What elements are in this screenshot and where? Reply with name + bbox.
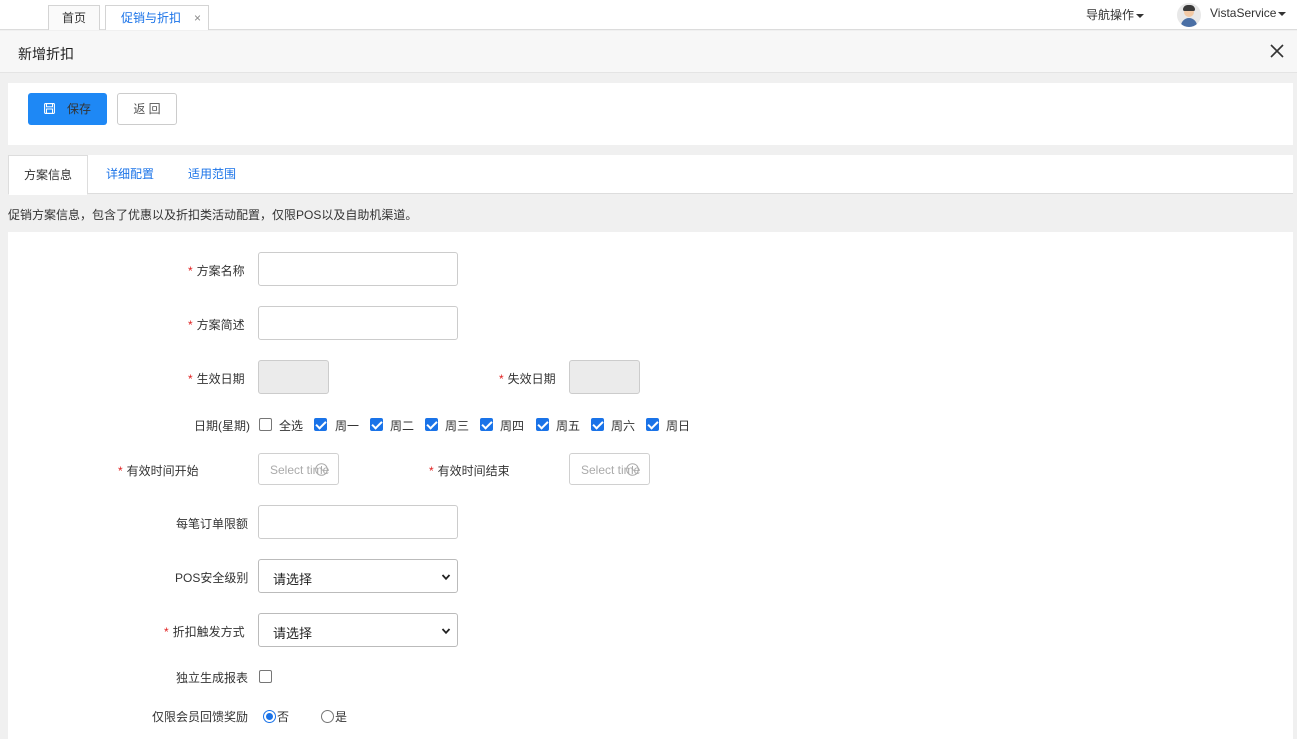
tab-home-label: 首页 (61, 11, 86, 25)
order-limit-input[interactable] (258, 505, 458, 539)
expiry-date-label: * 失效日期 (499, 370, 556, 387)
form-tabs: 方案信息 详细配置 适用范围 (8, 155, 1293, 195)
time-start-label: * 有效时间开始 (118, 462, 199, 479)
weekday-label: 全选 (279, 419, 304, 433)
tab-promotions-label: 促销与折扣 (121, 11, 182, 25)
title-bar: 新增折扣 (0, 31, 1297, 73)
time-end-label: * 有效时间结束 (429, 462, 510, 479)
section-description: 促销方案信息，包含了优惠以及折扣类活动配置，仅限POS以及自助机渠道。 (8, 208, 418, 222)
member-only-yes-radio[interactable] (321, 710, 334, 723)
user-name: VistaService (1210, 6, 1277, 20)
time-end-label-text: 有效时间结束 (437, 464, 510, 478)
tab-plan-info[interactable]: 方案信息 (8, 155, 88, 195)
plan-name-input[interactable] (258, 252, 458, 286)
plan-name-label: * 方案名称 (188, 262, 245, 279)
user-menu[interactable]: VistaService (1210, 6, 1287, 20)
effective-date-label: * 生效日期 (188, 370, 245, 387)
weekday-label: 周日 (666, 419, 691, 433)
weekday-sat-checkbox[interactable] (591, 418, 604, 431)
clock-icon (626, 463, 639, 476)
nav-operations-menu[interactable]: 导航操作 (1086, 6, 1145, 23)
plan-info-form: * 方案名称 * 方案简述 * 生效日期 * 失效日期 日期(星期) 全选 周一 周二 … (8, 232, 1293, 739)
time-start-picker[interactable]: Select time (258, 453, 339, 485)
weekday-sun-checkbox[interactable] (646, 418, 659, 431)
trigger-mode-value: 请选择 (273, 626, 313, 641)
member-only-no-label: 否 (277, 710, 290, 724)
weekday-label: 周四 (500, 419, 525, 433)
time-start-label-text: 有效时间开始 (126, 464, 199, 478)
pos-level-value: 请选择 (273, 572, 313, 587)
effective-date-input[interactable] (258, 360, 329, 394)
avatar[interactable] (1177, 3, 1201, 27)
weekday-label: 周六 (611, 419, 636, 433)
chevron-down-icon (441, 628, 451, 635)
toolbar: 保存 返 回 (8, 83, 1293, 145)
back-button[interactable]: 返 回 (117, 93, 177, 125)
plan-desc-input[interactable] (258, 306, 458, 340)
member-only-no-radio[interactable] (263, 710, 276, 723)
close-icon[interactable] (1269, 43, 1285, 59)
separate-report-label: 独立生成报表 (176, 671, 249, 685)
tab-scope[interactable]: 适用范围 (188, 155, 236, 194)
save-button-label: 保存 (67, 102, 92, 116)
tab-close-icon[interactable]: × (194, 6, 201, 30)
plan-desc-label-text: 方案简述 (196, 318, 245, 332)
save-icon (44, 103, 55, 114)
required-mark: * (499, 372, 504, 386)
trigger-mode-select[interactable]: 请选择 (258, 613, 458, 647)
tab-promotions[interactable]: 促销与折扣 × (105, 5, 209, 30)
expiry-date-label-text: 失效日期 (507, 372, 556, 386)
tab-detail-config[interactable]: 详细配置 (106, 155, 154, 194)
trigger-mode-label-text: 折扣触发方式 (172, 625, 245, 639)
effective-date-label-text: 生效日期 (196, 372, 245, 386)
weekdays-label: 日期(星期) (194, 419, 250, 433)
time-end-picker[interactable]: Select time (569, 453, 650, 485)
chevron-down-icon (441, 574, 451, 581)
clock-icon (315, 463, 328, 476)
weekday-label: 周二 (390, 419, 415, 433)
weekday-fri-checkbox[interactable] (536, 418, 549, 431)
expiry-date-input[interactable] (569, 360, 640, 394)
weekday-tue-checkbox[interactable] (370, 418, 383, 431)
top-bar: 首页 促销与折扣 × 导航操作 VistaService (0, 0, 1297, 30)
member-only-yes-label: 是 (335, 710, 348, 724)
required-mark: * (188, 372, 193, 386)
plan-desc-label: * 方案简述 (188, 316, 245, 333)
weekday-mon-checkbox[interactable] (314, 418, 327, 431)
tab-home[interactable]: 首页 (48, 5, 100, 30)
required-mark: * (188, 264, 193, 278)
member-only-label: 仅限会员回馈奖励 (152, 710, 249, 724)
weekday-select-all-checkbox[interactable] (259, 418, 272, 431)
caret-down-icon (1136, 13, 1145, 18)
required-mark: * (188, 318, 193, 332)
trigger-mode-label: * 折扣触发方式 (164, 623, 245, 640)
weekday-label: 周三 (445, 419, 470, 433)
save-button[interactable]: 保存 (28, 93, 107, 125)
pos-level-label: POS安全级别 (175, 571, 249, 585)
weekday-wed-checkbox[interactable] (425, 418, 438, 431)
weekday-thu-checkbox[interactable] (480, 418, 493, 431)
required-mark: * (429, 464, 434, 478)
required-mark: * (164, 625, 169, 639)
nav-operations-label: 导航操作 (1086, 8, 1135, 22)
weekday-label: 周五 (556, 419, 581, 433)
plan-name-label-text: 方案名称 (196, 264, 245, 278)
order-limit-label: 每笔订单限额 (176, 517, 249, 531)
weekday-label: 周一 (335, 419, 360, 433)
separate-report-checkbox[interactable] (259, 670, 272, 683)
required-mark: * (118, 464, 123, 478)
caret-down-icon (1278, 11, 1287, 16)
pos-level-select[interactable]: 请选择 (258, 559, 458, 593)
page-title: 新增折扣 (18, 46, 74, 62)
